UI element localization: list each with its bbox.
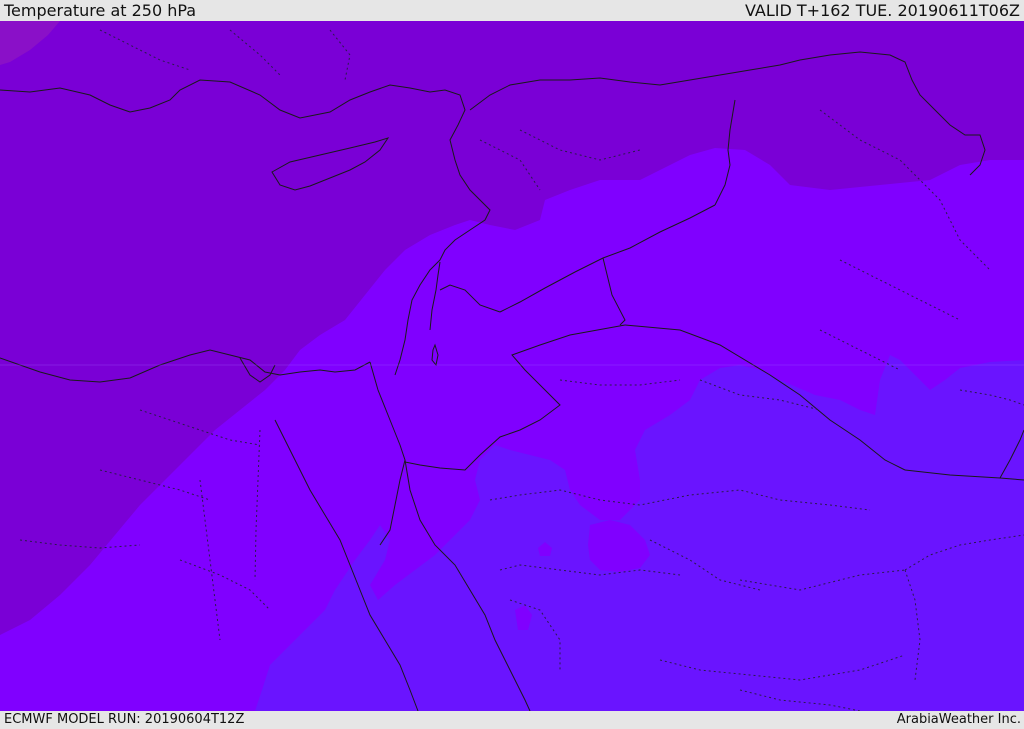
temperature-map: [0, 21, 1024, 711]
header-bar: Temperature at 250 hPa VALID T+162 TUE. …: [0, 0, 1024, 21]
map-title: Temperature at 250 hPa: [4, 1, 197, 20]
model-run-label: ECMWF MODEL RUN: 20190604T12Z: [4, 712, 245, 727]
weather-map-page: Temperature at 250 hPa VALID T+162 TUE. …: [0, 0, 1024, 729]
map-canvas[interactable]: [0, 21, 1024, 711]
footer-bar: ECMWF MODEL RUN: 20190604T12Z ArabiaWeat…: [0, 711, 1024, 729]
credit-label: ArabiaWeather Inc.: [896, 712, 1021, 727]
valid-time: VALID T+162 TUE. 20190611T06Z: [744, 1, 1020, 20]
